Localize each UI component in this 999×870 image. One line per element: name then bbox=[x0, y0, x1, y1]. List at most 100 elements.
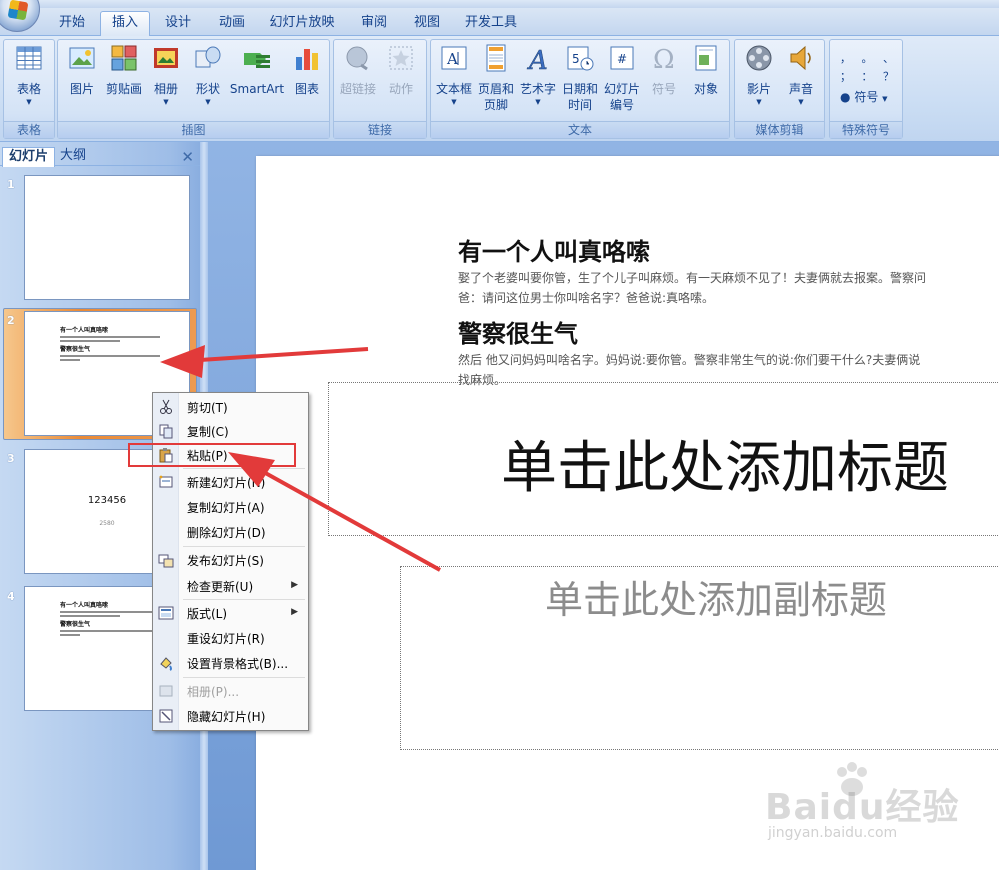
watermark-brand: Baidu经验 bbox=[765, 787, 960, 828]
menu-item-check-updates[interactable]: 检查更新(U) ▶ bbox=[153, 574, 308, 598]
title-placeholder[interactable]: 单击此处添加标题 bbox=[328, 382, 999, 536]
clipart-button-label: 剪贴画 bbox=[105, 82, 142, 96]
menu-item-label: 设置背景格式(B)... bbox=[187, 657, 289, 671]
punctuation-row-1[interactable]: ， 。 、 bbox=[840, 50, 894, 68]
clipart-button[interactable]: 剪贴画 bbox=[103, 43, 145, 97]
special-symbol-button[interactable]: ● 符号 ▼ bbox=[840, 88, 888, 105]
slide-paragraph-line: 娶了个老婆叫要你管，生了个儿子叫麻烦。有一天麻烦不见了！夫妻俩就去报案。警察问 bbox=[458, 271, 927, 285]
group-links: 超链接 动作 链接 bbox=[333, 39, 427, 139]
slide-canvas[interactable]: 有一个人叫真咯嗦 娶了个老婆叫要你管，生了个儿子叫麻烦。有一天麻烦不见了！夫妻俩… bbox=[256, 156, 999, 870]
sound-button[interactable]: 声音 ▼ bbox=[780, 43, 822, 107]
close-icon[interactable]: ✕ bbox=[181, 148, 194, 166]
tab-animations[interactable]: 动画 bbox=[206, 14, 258, 36]
header-footer-button[interactable]: 页眉和 页脚 bbox=[475, 43, 517, 113]
date-time-button[interactable]: 5 日期和 时间 bbox=[559, 43, 601, 113]
tab-outline[interactable]: 大纲 bbox=[54, 147, 92, 167]
mini-text-line bbox=[60, 336, 160, 338]
subtitle-placeholder[interactable]: 单击此处添加副标题 bbox=[400, 566, 999, 750]
date-time-label-1: 日期和 bbox=[561, 82, 598, 96]
slide-number-icon: # bbox=[610, 46, 634, 70]
object-button-label: 对象 bbox=[693, 82, 718, 96]
photo-album-icon bbox=[159, 685, 173, 697]
menu-item-label: 新建幻灯片(N) bbox=[187, 476, 266, 490]
dropdown-caret-icon: ▼ bbox=[451, 98, 457, 106]
menu-item-hide-slide[interactable]: 隐藏幻灯片(H) bbox=[153, 704, 308, 728]
group-text: A 文本框 ▼ 页眉和 页脚 A 艺术字 ▼ 5 日期和 时间 # 幻灯片 编号 Ω 符号… bbox=[430, 39, 730, 139]
subtitle-placeholder-text: 单击此处添加副标题 bbox=[545, 578, 888, 622]
bullet-icon: ● bbox=[840, 90, 851, 104]
tab-insert[interactable]: 插入 bbox=[100, 11, 150, 37]
mini-text-line bbox=[60, 634, 80, 636]
group-label-links: 链接 bbox=[334, 121, 426, 138]
group-media: 影片 ▼ 声音 ▼ 媒体剪辑 bbox=[734, 39, 825, 139]
wordart-button[interactable]: A 艺术字 ▼ bbox=[517, 43, 559, 107]
menu-item-delete-slide[interactable]: 删除幻灯片(D) bbox=[153, 520, 308, 544]
picture-button[interactable]: 图片 bbox=[61, 43, 103, 97]
chart-button[interactable]: 图表 bbox=[286, 43, 328, 97]
copy-icon bbox=[159, 424, 173, 439]
group-special-symbols: ， 。 、 ； ： ？ ● 符号 ▼ 特殊符号 bbox=[829, 39, 903, 139]
tab-design[interactable]: 设计 bbox=[152, 14, 204, 36]
photo-album-icon bbox=[154, 48, 178, 68]
tab-slides[interactable]: 幻灯片 bbox=[2, 147, 56, 167]
menu-item-new-slide[interactable]: 新建幻灯片(N) bbox=[153, 470, 308, 494]
chart-icon bbox=[296, 49, 318, 70]
album-button-label: 相册 bbox=[153, 82, 178, 96]
submenu-arrow-icon: ▶ bbox=[291, 607, 298, 617]
tab-developer[interactable]: 开发工具 bbox=[454, 14, 528, 36]
menu-item-label: 重设幻灯片(R) bbox=[187, 632, 265, 646]
hide-slide-icon bbox=[159, 709, 173, 723]
group-label-table: 表格 bbox=[4, 121, 54, 138]
office-logo-icon bbox=[7, 0, 29, 21]
table-icon bbox=[16, 46, 42, 70]
action-button[interactable]: 动作 bbox=[380, 43, 422, 97]
punctuation-row-2[interactable]: ； ： ？ bbox=[840, 68, 894, 86]
menu-item-format-background[interactable]: 设置背景格式(B)... bbox=[153, 651, 308, 675]
tab-review[interactable]: 审阅 bbox=[348, 14, 400, 36]
picture-button-label: 图片 bbox=[69, 82, 94, 96]
shapes-button[interactable]: 形状 ▼ bbox=[187, 43, 229, 107]
menu-separator bbox=[183, 677, 305, 678]
mini-text-line bbox=[60, 611, 160, 613]
menu-item-label: 版式(L) bbox=[187, 607, 228, 621]
symbol-button[interactable]: Ω 符号 bbox=[643, 43, 685, 97]
picture-icon bbox=[69, 47, 95, 69]
menu-item-label: 复制幻灯片(A) bbox=[187, 501, 265, 515]
object-icon bbox=[695, 45, 717, 71]
svg-text:#: # bbox=[617, 52, 627, 66]
menu-item-photo-album[interactable]: 相册(P)... bbox=[153, 679, 308, 703]
menu-item-publish-slides[interactable]: 发布幻灯片(S) bbox=[153, 548, 308, 572]
smartart-button[interactable]: SmartArt bbox=[228, 43, 286, 97]
menu-item-reset-slide[interactable]: 重设幻灯片(R) bbox=[153, 626, 308, 650]
hyperlink-globe-icon bbox=[346, 46, 368, 71]
tab-home[interactable]: 开始 bbox=[46, 14, 98, 36]
menu-item-duplicate-slide[interactable]: 复制幻灯片(A) bbox=[153, 495, 308, 519]
menu-item-cut[interactable]: 剪切(T) bbox=[153, 395, 308, 419]
tab-slideshow[interactable]: 幻灯片放映 bbox=[260, 14, 344, 36]
date-time-label-2: 时间 bbox=[567, 98, 592, 112]
mini-text-line bbox=[60, 355, 160, 357]
textbox-button-label: 文本框 bbox=[435, 82, 472, 96]
hyperlink-button[interactable]: 超链接 bbox=[337, 43, 379, 97]
slide-number-button[interactable]: # 幻灯片 编号 bbox=[601, 43, 643, 113]
album-button[interactable]: 相册 ▼ bbox=[145, 43, 187, 107]
dropdown-caret-icon: ▼ bbox=[26, 98, 32, 106]
action-button-label: 动作 bbox=[388, 82, 413, 96]
menu-item-label: 相册(P)... bbox=[187, 685, 240, 699]
menu-item-layout[interactable]: 版式(L) ▶ bbox=[153, 601, 308, 625]
wordart-icon: A bbox=[527, 46, 548, 77]
slide-thumbnail[interactable] bbox=[24, 175, 190, 300]
wordart-button-label: 艺术字 bbox=[519, 82, 556, 96]
movie-button[interactable]: 影片 ▼ bbox=[738, 43, 780, 107]
dropdown-caret-icon: ▼ bbox=[756, 98, 762, 106]
watermark-url: jingyan.baidu.com bbox=[768, 825, 898, 841]
shapes-button-label: 形状 bbox=[195, 82, 220, 96]
object-button[interactable]: 对象 bbox=[685, 43, 727, 97]
group-table: 表格 ▼ 表格 bbox=[3, 39, 55, 139]
new-slide-icon bbox=[159, 475, 173, 488]
table-button[interactable]: 表格 ▼ bbox=[8, 43, 50, 107]
menu-item-copy[interactable]: 复制(C) bbox=[153, 419, 308, 443]
tab-view[interactable]: 视图 bbox=[402, 14, 452, 36]
textbox-button[interactable]: A 文本框 ▼ bbox=[433, 43, 475, 107]
mini-heading: 警察很生气 bbox=[60, 346, 91, 353]
